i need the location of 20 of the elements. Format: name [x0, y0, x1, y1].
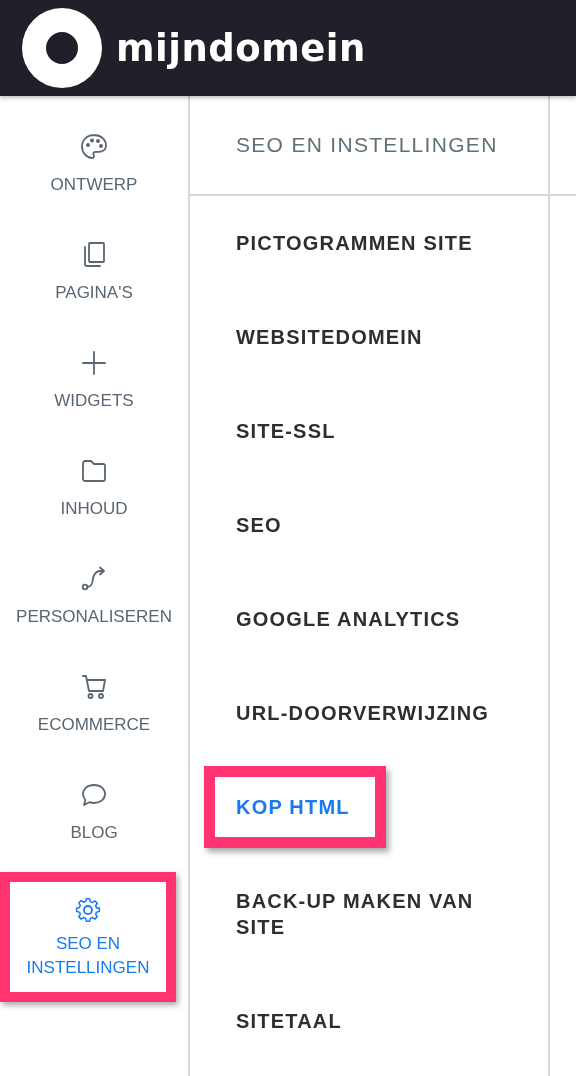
settings-menu-item[interactable]: WEBSITEDOMEIN [236, 324, 423, 350]
sidebar-item[interactable]: INHOUD [0, 434, 188, 542]
sidebar-item[interactable]: PERSONALISEREN [0, 542, 188, 650]
settings-menu-item[interactable]: GOOGLE ANALYTICS [236, 606, 461, 632]
settings-menu-item[interactable]: SITETAAL [236, 1008, 342, 1034]
logo-icon [22, 8, 102, 88]
settings-menu-item[interactable]: KOP HTML [236, 794, 350, 820]
sidebar-item[interactable]: WIDGETS [0, 326, 188, 434]
panel-title: SEO EN INSTELLINGEN [190, 96, 576, 196]
settings-menu-item[interactable]: PICTOGRAMMEN SITE [236, 230, 473, 256]
settings-menu-item[interactable]: URL-DOORVERWIJZING [236, 700, 490, 726]
settings-menu-item[interactable]: SITE-SSL [236, 418, 336, 444]
sidebar-item[interactable]: PAGINA'S [0, 218, 188, 326]
settings-menu-item[interactable]: BACK-UP MAKEN VAN SITE [236, 888, 528, 940]
sidebar-item[interactable]: ECOMMERCE [0, 650, 188, 758]
sidebar-item[interactable]: BLOG [0, 758, 188, 866]
sidebar-item[interactable]: SEO EN INSTELLINGEN [0, 872, 176, 1002]
sidebar-item[interactable]: ONTWERP [0, 110, 188, 218]
settings-menu-item[interactable]: SEO [236, 512, 282, 538]
logo-text: mijndomein [116, 26, 366, 70]
